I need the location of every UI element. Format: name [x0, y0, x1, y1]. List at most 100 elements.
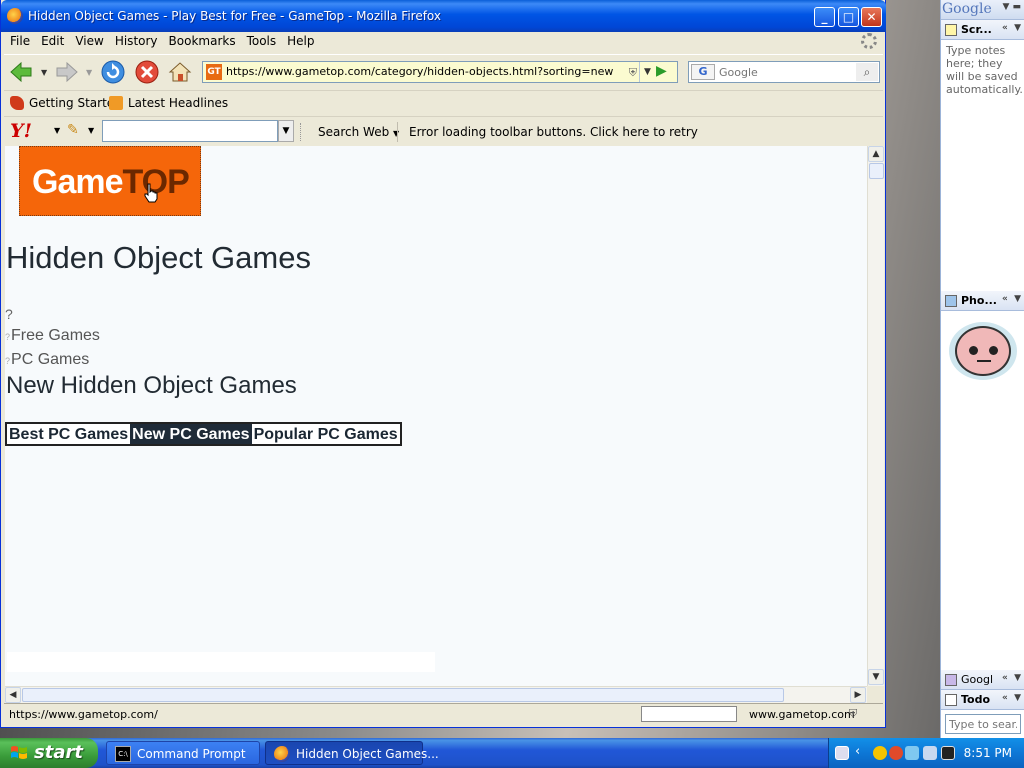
link-marker: ? [5, 356, 11, 366]
title-bar[interactable]: Hidden Object Games - Play Best for Free… [1, 0, 886, 32]
photo-thumbnail[interactable] [949, 322, 1017, 380]
forward-history-dropdown-icon[interactable]: ▼ [86, 68, 92, 77]
link-free-games[interactable]: ?Free Games [5, 327, 100, 345]
pencil-icon[interactable]: ✎ [67, 122, 79, 138]
tab-best-pc-games[interactable]: Best PC Games [7, 424, 131, 444]
todo-checkbox-icon [945, 694, 957, 706]
task-firefox[interactable]: Hidden Object Games... [265, 741, 439, 765]
home-icon[interactable] [167, 59, 193, 85]
google-logo[interactable]: Google [942, 1, 992, 17]
task-label: Command Prompt [137, 747, 246, 761]
keyboard-icon[interactable] [835, 746, 849, 760]
firefox-icon [7, 8, 23, 24]
gadget-controls-icon[interactable]: « ▼ [1002, 23, 1021, 33]
yahoo-menu-dropdown-icon[interactable]: ▼ [54, 126, 60, 135]
bookmark-label: Getting Started [29, 96, 122, 110]
content-placeholder [7, 652, 435, 672]
hand-cursor-icon [144, 183, 158, 203]
yahoo-search-dropdown[interactable]: ▼ [278, 120, 294, 142]
google-desktop-sidebar: Google ▼ ▬ Scr... « ▼ Type notes here; t… [940, 0, 1024, 738]
scroll-right-button[interactable]: ▶ [850, 687, 866, 703]
gametop-logo[interactable]: GameTOP [19, 146, 201, 216]
scratch-pad-title: Scr... [961, 23, 992, 36]
search-input[interactable] [719, 64, 849, 80]
site-identity-icon[interactable]: ⛨ [629, 66, 637, 80]
firefox-bookmark-icon [10, 96, 24, 110]
activity-throbber-icon [861, 33, 877, 49]
minimize-button[interactable]: _ [814, 7, 835, 27]
url-history-dropdown[interactable]: ▼ [639, 62, 655, 82]
yahoo-logo[interactable]: Y! [10, 120, 32, 142]
search-bar[interactable]: G ⌕ [688, 61, 880, 83]
magnifier-icon[interactable]: ⌕ [856, 63, 878, 81]
back-arrow-icon[interactable] [8, 59, 34, 85]
rss-feed-icon [109, 96, 123, 110]
tab-new-pc-games[interactable]: New PC Games [130, 424, 252, 444]
maximize-button[interactable]: □ [838, 7, 859, 27]
todo-header[interactable]: Todo « ▼ [941, 690, 1024, 710]
reload-icon[interactable] [100, 59, 126, 85]
url-text[interactable]: https://www.gametop.com/category/hidden-… [226, 65, 613, 78]
search-engine-selector[interactable]: G [691, 64, 715, 80]
bookmark-getting-started[interactable]: Getting Started [10, 96, 122, 110]
messenger-icon[interactable] [873, 746, 887, 760]
tray-expand-icon[interactable]: ‹ [855, 744, 860, 759]
menu-bookmarks[interactable]: Bookmarks [163, 32, 241, 48]
scratch-pad-header[interactable]: Scr... « ▼ [941, 20, 1024, 40]
horizontal-scrollbar[interactable]: ◀ ▶ [5, 686, 867, 703]
link-label: Free Games [11, 327, 100, 344]
close-button[interactable]: ✕ [861, 7, 882, 27]
network-icon[interactable] [905, 746, 919, 760]
menu-history[interactable]: History [109, 32, 163, 48]
yahoo-search-input[interactable] [102, 120, 278, 142]
horizontal-scroll-thumb[interactable] [22, 688, 784, 702]
url-bar[interactable]: GT https://www.gametop.com/category/hidd… [202, 61, 678, 83]
scroll-left-button[interactable]: ◀ [5, 687, 21, 703]
vertical-scroll-thumb[interactable] [869, 163, 884, 179]
photos-header[interactable]: Pho... « ▼ [941, 291, 1024, 311]
menu-tools[interactable]: Tools [241, 32, 282, 48]
broken-bullet: ? [5, 306, 13, 322]
menu-help[interactable]: Help [281, 32, 319, 48]
sidebar-menu-icon[interactable]: ▼ ▬ [1002, 2, 1021, 12]
task-command-prompt[interactable]: C:\ Command Prompt [106, 741, 260, 765]
gadget-controls-icon[interactable]: « ▼ [1002, 294, 1021, 304]
forward-arrow-icon[interactable] [54, 59, 80, 85]
logo-text: GameTOP [32, 163, 190, 202]
bookmark-latest-headlines[interactable]: Latest Headlines [109, 96, 228, 110]
gadget-controls-icon[interactable]: « ▼ [1002, 673, 1021, 683]
link-pc-games[interactable]: ?PC Games [5, 351, 89, 369]
scroll-up-button[interactable]: ▲ [868, 146, 884, 162]
menu-file[interactable]: File [4, 32, 35, 48]
yahoo-toolbar: Y! ▼ ✎ ▼ ▼ Search Web ▼ Error loading to… [4, 116, 883, 146]
security-icon[interactable]: ⛨ [849, 707, 857, 721]
tab-popular-pc-games[interactable]: Popular PC Games [251, 424, 400, 444]
stop-icon[interactable] [134, 59, 160, 85]
toolbar-grip[interactable] [300, 123, 302, 141]
search-web-button[interactable]: Search Web ▼ [318, 125, 399, 139]
scroll-down-button[interactable]: ▼ [868, 669, 884, 685]
menu-edit[interactable]: Edit [35, 32, 69, 48]
clock[interactable]: 8:51 PM [964, 746, 1012, 760]
photos-title: Pho... [961, 294, 997, 307]
taskbar: start C:\ Command Prompt Hidden Object G… [0, 738, 1024, 768]
menu-bar: File Edit View History Bookmarks Tools Help [4, 32, 883, 52]
scratch-pad-note[interactable]: Type notes here; they will be saved auto… [946, 44, 1023, 96]
volume-icon[interactable] [923, 746, 937, 760]
back-history-dropdown-icon[interactable]: ▼ [41, 68, 47, 77]
gadget-controls-icon[interactable]: « ▼ [1002, 693, 1021, 703]
menu-view[interactable]: View [69, 32, 108, 48]
google-gadget-header[interactable]: Googl « ▼ [941, 670, 1024, 690]
pencil-dropdown-icon[interactable]: ▼ [88, 126, 94, 135]
toolbar-separator [397, 122, 398, 142]
todo-title: Todo [961, 693, 991, 706]
display-icon[interactable] [941, 746, 955, 760]
sidebar-search-input[interactable] [945, 714, 1021, 734]
google-icon[interactable] [889, 746, 903, 760]
toolbar-error-message[interactable]: Error loading toolbar buttons. Click her… [409, 125, 698, 139]
status-domain: www.gametop.com [749, 708, 855, 721]
vertical-scrollbar[interactable]: ▲ ▼ [867, 146, 884, 686]
start-label: start [34, 742, 83, 763]
go-arrow-icon[interactable]: ▶ [656, 63, 674, 81]
start-button[interactable]: start [0, 738, 98, 768]
